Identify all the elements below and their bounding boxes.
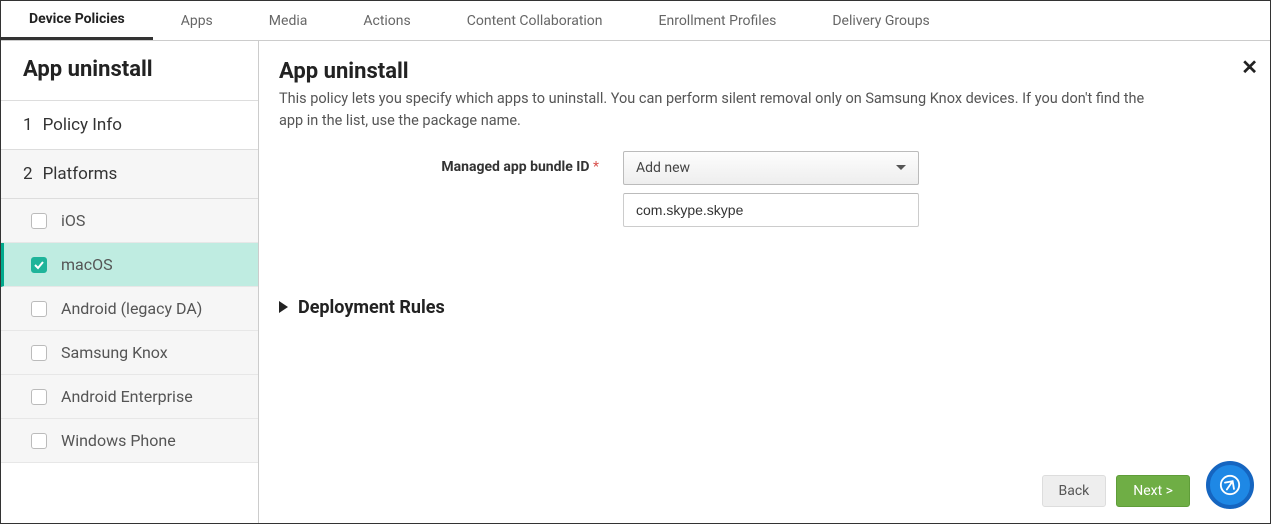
- step-policy-info[interactable]: 1 Policy Info: [1, 101, 258, 150]
- send-icon: [1219, 474, 1241, 496]
- checkbox-icon[interactable]: [31, 257, 47, 273]
- tab-actions[interactable]: Actions: [335, 1, 438, 40]
- step-label: Platforms: [43, 164, 118, 184]
- step-label: Policy Info: [43, 115, 122, 135]
- platform-label: Android Enterprise: [61, 387, 193, 406]
- page-title: App uninstall: [279, 59, 1240, 84]
- step-number: 2: [23, 164, 33, 184]
- platform-ios[interactable]: iOS: [1, 199, 258, 243]
- top-nav: Device Policies Apps Media Actions Conte…: [1, 1, 1270, 41]
- chevron-down-icon: [896, 165, 906, 170]
- checkbox-icon[interactable]: [31, 389, 47, 405]
- checkbox-icon[interactable]: [31, 213, 47, 229]
- footer-buttons: Back Next >: [1042, 475, 1191, 507]
- next-button[interactable]: Next >: [1116, 475, 1190, 507]
- checkbox-icon[interactable]: [31, 345, 47, 361]
- close-icon[interactable]: ✕: [1241, 55, 1258, 79]
- deployment-rules-label: Deployment Rules: [298, 297, 445, 318]
- form-controls: Add new: [623, 151, 919, 227]
- platform-label: Android (legacy DA): [61, 299, 202, 318]
- form-row-bundle-id: Managed app bundle ID * Add new: [279, 151, 1240, 227]
- tab-media[interactable]: Media: [241, 1, 336, 40]
- step-platforms[interactable]: 2 Platforms: [1, 150, 258, 199]
- platform-label: Samsung Knox: [61, 343, 168, 362]
- sidebar-title: App uninstall: [1, 41, 258, 101]
- tab-apps[interactable]: Apps: [153, 1, 241, 40]
- checkbox-icon[interactable]: [31, 433, 47, 449]
- back-button[interactable]: Back: [1042, 475, 1107, 507]
- step-number: 1: [23, 115, 33, 135]
- help-fab[interactable]: [1206, 461, 1254, 509]
- page-description: This policy lets you specify which apps …: [279, 88, 1159, 133]
- main-area: App uninstall 1 Policy Info 2 Platforms …: [1, 41, 1270, 523]
- sidebar: App uninstall 1 Policy Info 2 Platforms …: [1, 41, 259, 523]
- bundle-id-input[interactable]: [623, 193, 919, 227]
- platform-macos[interactable]: macOS: [1, 243, 258, 287]
- tab-delivery-groups[interactable]: Delivery Groups: [804, 1, 957, 40]
- platform-label: Windows Phone: [61, 431, 176, 450]
- bundle-id-select[interactable]: Add new: [623, 151, 919, 185]
- platform-android-enterprise[interactable]: Android Enterprise: [1, 375, 258, 419]
- content-pane: ✕ App uninstall This policy lets you spe…: [259, 41, 1270, 523]
- platform-samsung-knox[interactable]: Samsung Knox: [1, 331, 258, 375]
- checkbox-icon[interactable]: [31, 301, 47, 317]
- platform-label: iOS: [61, 211, 85, 230]
- bundle-id-label: Managed app bundle ID *: [279, 151, 599, 175]
- platform-android-legacy[interactable]: Android (legacy DA): [1, 287, 258, 331]
- tab-device-policies[interactable]: Device Policies: [1, 1, 153, 40]
- tab-content-collaboration[interactable]: Content Collaboration: [439, 1, 631, 40]
- select-value: Add new: [636, 160, 690, 176]
- platform-label: macOS: [61, 255, 113, 274]
- platform-windows-phone[interactable]: Windows Phone: [1, 419, 258, 463]
- tab-enrollment-profiles[interactable]: Enrollment Profiles: [631, 1, 805, 40]
- deployment-rules-toggle[interactable]: Deployment Rules: [279, 297, 1240, 318]
- required-mark: *: [593, 159, 599, 175]
- triangle-right-icon: [279, 301, 288, 313]
